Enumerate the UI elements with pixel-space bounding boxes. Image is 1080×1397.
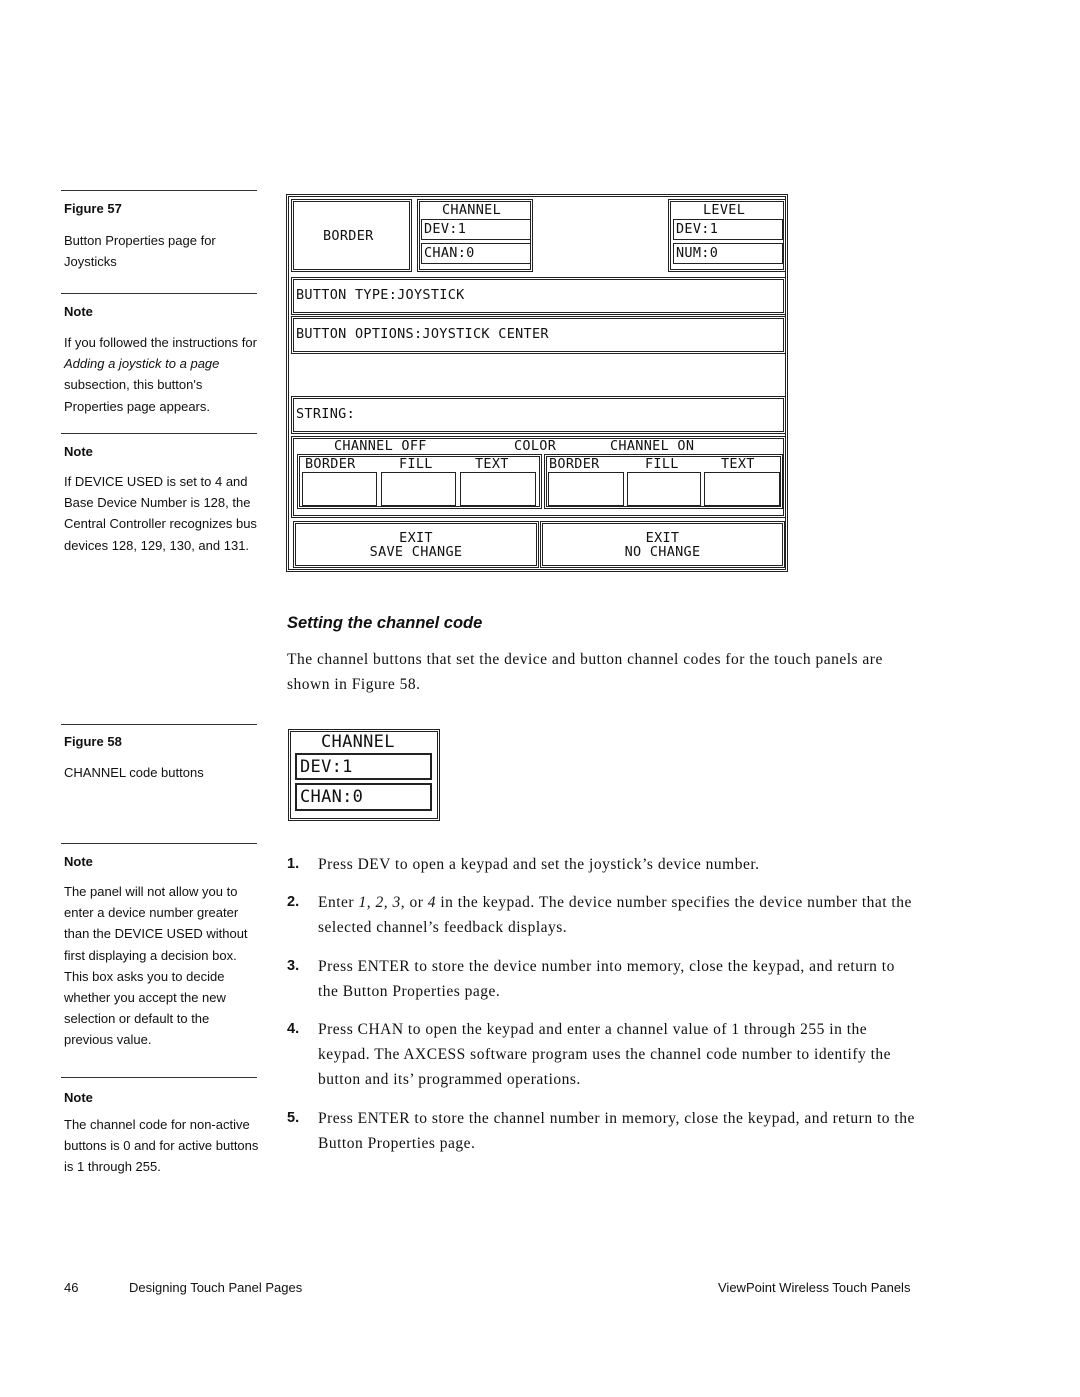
divider [61, 433, 257, 434]
channel-code-chan-label: CHAN:0 [300, 787, 364, 807]
channel-code-title: CHANNEL [321, 732, 395, 752]
divider [61, 190, 257, 191]
on-fill-label: FILL [645, 456, 679, 472]
exit-save-line1: EXIT [399, 530, 433, 546]
button-properties-panel: BORDER CHANNEL DEV:1 CHAN:0 LEVEL DEV:1 … [286, 194, 788, 572]
step-number: 1. [287, 856, 300, 872]
page-number: 46 [64, 1280, 79, 1295]
off-text-label: TEXT [475, 456, 509, 472]
step-number: 2. [287, 894, 300, 910]
note-text: If you followed the instructions for Add… [64, 332, 260, 417]
exit-no-line1: EXIT [645, 530, 680, 546]
on-text-label: TEXT [721, 456, 755, 472]
channel-code-dev-button[interactable]: DEV:1 [295, 753, 432, 780]
step-text-italic: 1, 2, 3, [358, 894, 406, 911]
step-text: Press DEV to open a keypad and set the j… [318, 856, 760, 873]
note-text: The panel will not allow you to enter a … [64, 884, 248, 1048]
note-title: Note [64, 854, 93, 869]
figure-57-caption: Button Properties page for Joysticks [64, 233, 216, 270]
channel-code-dev-label: DEV:1 [300, 757, 353, 777]
channel-title: CHANNEL [442, 202, 501, 218]
level-dev-label: DEV:1 [676, 221, 719, 237]
exit-no-change-button[interactable]: EXIT NO CHANGE [540, 521, 785, 568]
button-options-field[interactable]: BUTTON OPTIONS:JOYSTICK CENTER [291, 316, 786, 354]
step-text: Press ENTER to store the channel number … [318, 1110, 915, 1152]
step-text: Press ENTER to store the device number i… [318, 958, 895, 1000]
section-intro: The channel buttons that set the device … [287, 651, 883, 693]
channel-dev-button[interactable]: DEV:1 [421, 219, 531, 240]
channel-on-color-group: BORDER FILL TEXT [544, 454, 783, 509]
note-text: If DEVICE USED is set to 4 and Base Devi… [64, 474, 257, 553]
level-num-button[interactable]: NUM:0 [673, 243, 783, 264]
step-text-italic: 4 [427, 894, 436, 911]
step-number: 5. [287, 1110, 300, 1126]
string-label: STRING: [296, 406, 355, 422]
step-text: Press CHAN to open the keypad and enter … [318, 1021, 892, 1088]
note-text-italic: Adding a joystick to a page [64, 356, 220, 372]
divider [61, 843, 257, 844]
note-title: Note [64, 1090, 93, 1105]
level-group: LEVEL DEV:1 NUM:0 [668, 199, 786, 272]
step-number: 4. [287, 1021, 300, 1037]
button-options-label: BUTTON OPTIONS:JOYSTICK CENTER [296, 326, 549, 342]
channel-chan-label: CHAN:0 [424, 245, 475, 261]
note-text-part: If you followed the instructions for [64, 335, 257, 350]
note-title: Note [64, 444, 93, 459]
step-text-part: or [405, 894, 428, 911]
on-border-label: BORDER [549, 456, 600, 472]
off-border-label: BORDER [305, 456, 356, 472]
exit-no-line2: NO CHANGE [624, 544, 701, 560]
off-fill-label: FILL [399, 456, 433, 472]
channel-group: CHANNEL DEV:1 CHAN:0 [417, 199, 533, 272]
color-group: CHANNEL OFF COLOR CHANNEL ON BORDER FILL… [291, 436, 786, 518]
on-fill-color-swatch[interactable] [627, 472, 701, 506]
channel-off-title: CHANNEL OFF [334, 438, 427, 454]
note-text: The channel code for non-active buttons … [64, 1117, 259, 1175]
divider [61, 1077, 257, 1078]
figure-58-caption: CHANNEL code buttons [64, 765, 204, 780]
note-text-part: subsection, this button's Properties pag… [64, 377, 210, 414]
color-title: COLOR [514, 438, 557, 454]
channel-on-title: CHANNEL ON [610, 438, 695, 454]
string-field[interactable]: STRING: [291, 396, 786, 434]
divider [61, 293, 257, 294]
off-text-color-swatch[interactable] [460, 472, 536, 506]
exit-save-change-button[interactable]: EXIT SAVE CHANGE [293, 521, 539, 568]
footer-product: ViewPoint Wireless Touch Panels [718, 1280, 911, 1295]
channel-code-panel: CHANNEL DEV:1 CHAN:0 [288, 729, 440, 821]
border-button[interactable]: BORDER [291, 199, 412, 272]
note-title: Note [64, 304, 93, 319]
figure-58-label: Figure 58 [64, 734, 122, 749]
channel-off-color-group: BORDER FILL TEXT [297, 454, 542, 509]
on-border-color-swatch[interactable] [548, 472, 624, 506]
level-dev-button[interactable]: DEV:1 [673, 219, 783, 240]
off-fill-color-swatch[interactable] [381, 472, 456, 506]
step-number: 3. [287, 958, 300, 974]
step-text-part: Enter [318, 894, 359, 911]
level-num-label: NUM:0 [676, 245, 719, 261]
button-type-label: BUTTON TYPE:JOYSTICK [296, 287, 465, 303]
off-border-color-swatch[interactable] [302, 472, 377, 506]
level-title: LEVEL [703, 202, 746, 218]
channel-code-chan-button[interactable]: CHAN:0 [295, 783, 432, 811]
on-text-color-swatch[interactable] [704, 472, 780, 506]
channel-dev-label: DEV:1 [424, 221, 467, 237]
border-button-label: BORDER [323, 228, 374, 244]
footer-chapter: Designing Touch Panel Pages [129, 1280, 303, 1295]
figure-57-label: Figure 57 [64, 201, 122, 216]
exit-save-line2: SAVE CHANGE [369, 544, 463, 560]
section-heading: Setting the channel code [287, 614, 483, 632]
button-type-field[interactable]: BUTTON TYPE:JOYSTICK [291, 277, 786, 315]
channel-chan-button[interactable]: CHAN:0 [421, 243, 531, 264]
divider [61, 724, 257, 725]
step-text: Enter 1, 2, 3, or 4 in the keypad. The d… [318, 890, 918, 940]
